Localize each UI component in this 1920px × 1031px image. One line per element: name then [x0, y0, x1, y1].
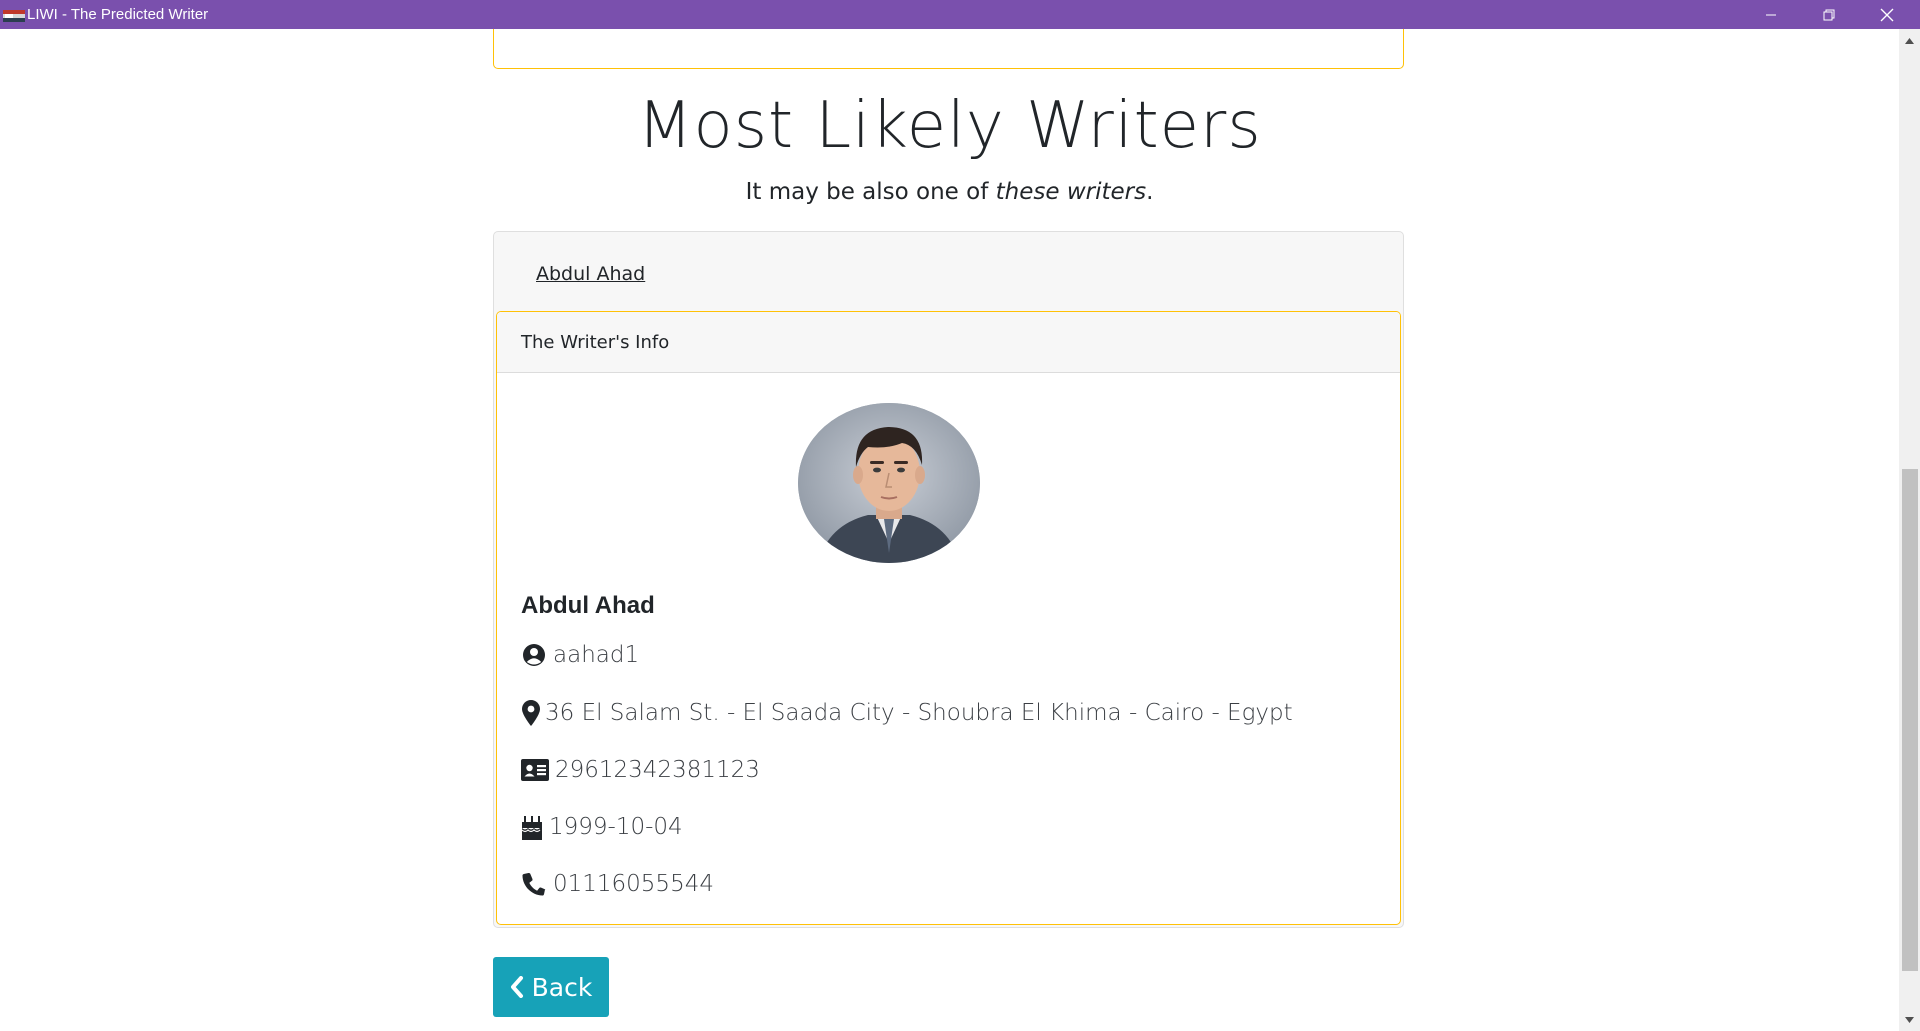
vertical-scrollbar[interactable] [1899, 29, 1920, 1031]
username-value: aahad1 [553, 642, 640, 668]
scrollbar-thumb[interactable] [1902, 469, 1918, 971]
birthdate-value: 1999-10-04 [549, 814, 683, 840]
birthday-cake-icon [521, 814, 543, 840]
scroll-up-arrow[interactable] [1899, 32, 1920, 49]
section-title: Most Likely Writers [637, 89, 1262, 163]
writers-accordion: Abdul Ahad The Writer's Info Abdul Ahad … [493, 231, 1404, 928]
user-circle-icon [521, 642, 547, 668]
restore-button[interactable] [1800, 0, 1858, 29]
phone-row: 01116055544 [521, 868, 714, 900]
writer-info-card: The Writer's Info Abdul Ahad aahad1 36 E… [496, 311, 1401, 925]
phone-value: 01116055544 [553, 871, 714, 897]
writer-name: Abdul Ahad [521, 592, 655, 619]
section-subtitle: It may be also one of these writers. [0, 179, 1899, 205]
phone-icon [521, 871, 547, 897]
minimize-button[interactable] [1742, 0, 1800, 29]
birthdate-row: 1999-10-04 [521, 811, 683, 843]
address-row: 36 El Salam St. - El Saada City - Shoubr… [521, 697, 1293, 729]
subtitle-emphasis: these writers [995, 179, 1147, 205]
writer-link[interactable]: Abdul Ahad [536, 263, 645, 285]
chevron-left-icon [510, 976, 523, 998]
username-row: aahad1 [521, 639, 639, 671]
avatar [798, 403, 980, 563]
national-id-value: 29612342381123 [555, 757, 760, 783]
app-logo-icon [3, 9, 25, 22]
previous-card-edge [493, 29, 1404, 69]
back-button-label: Back [531, 972, 593, 1002]
subtitle-prefix: It may be also one of [745, 179, 996, 205]
window-titlebar: LIWI - The Predicted Writer [0, 0, 1920, 29]
close-button[interactable] [1858, 0, 1916, 29]
map-marker-icon [521, 700, 541, 726]
writer-info-card-header: The Writer's Info [497, 312, 1400, 373]
subtitle-suffix: . [1146, 179, 1154, 205]
national-id-row: 29612342381123 [521, 754, 760, 786]
card-header-title: The Writer's Info [521, 332, 670, 353]
page-viewport: Most Likely Writers It may be also one o… [0, 29, 1899, 1031]
back-button[interactable]: Back [493, 957, 609, 1017]
id-card-icon [521, 757, 549, 783]
window-title: LIWI - The Predicted Writer [27, 6, 209, 23]
address-value: 36 El Salam St. - El Saada City - Shoubr… [545, 700, 1293, 726]
scroll-down-arrow[interactable] [1899, 1011, 1920, 1028]
accordion-header[interactable]: Abdul Ahad [494, 232, 1403, 310]
